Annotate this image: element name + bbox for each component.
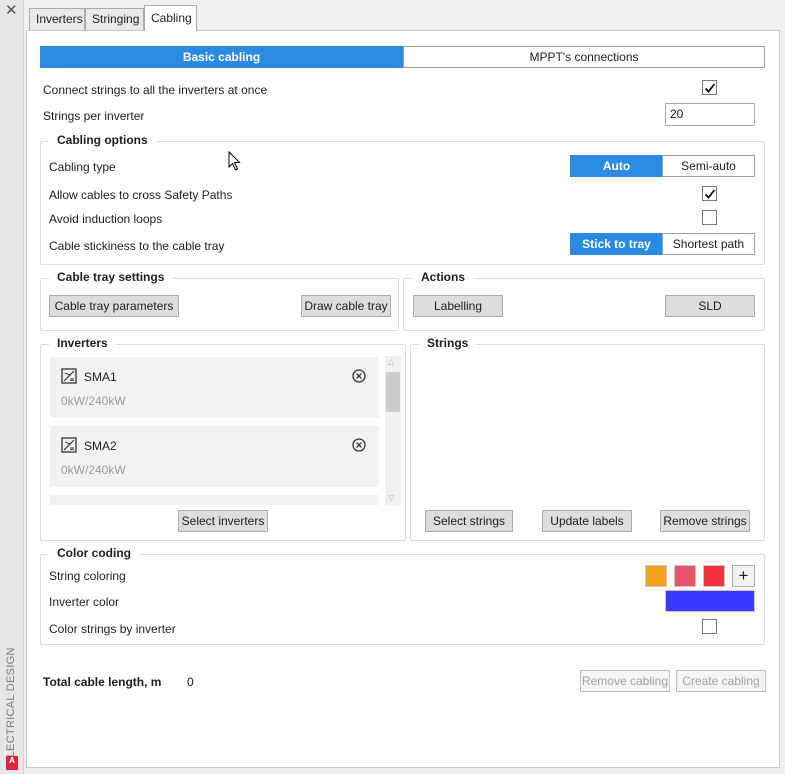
- total-cable-length-label: Total cable length, m: [43, 675, 162, 689]
- safety-paths-checkbox[interactable]: [702, 186, 717, 201]
- color-coding-title: Color coding: [49, 546, 139, 560]
- create-cabling-button[interactable]: Create cabling: [676, 670, 766, 692]
- induction-loops-checkbox[interactable]: [702, 210, 717, 225]
- string-color-swatch[interactable]: [703, 565, 725, 587]
- checkmark-icon: [704, 189, 716, 199]
- tab-stringing[interactable]: Stringing: [85, 8, 144, 30]
- inverters-title: Inverters: [49, 336, 116, 350]
- close-icon[interactable]: ✕: [5, 3, 18, 19]
- remove-strings-button[interactable]: Remove strings: [660, 510, 750, 532]
- remove-cabling-button[interactable]: Remove cabling: [580, 670, 670, 692]
- color-by-inverter-checkbox[interactable]: [702, 619, 717, 634]
- connect-all-label: Connect strings to all the inverters at …: [43, 83, 268, 97]
- cabling-type-semi-auto[interactable]: Semi-auto: [662, 155, 755, 177]
- inverter-card[interactable]: [50, 357, 379, 418]
- inverter-power: 0kW/240kW: [61, 394, 126, 408]
- stick-to-tray-option[interactable]: Stick to tray: [570, 233, 663, 255]
- inverter-card[interactable]: [50, 426, 379, 487]
- total-cable-length-value: 0: [187, 675, 194, 689]
- select-strings-button[interactable]: Select strings: [425, 510, 513, 532]
- strings-per-inverter-input[interactable]: 20: [665, 103, 755, 126]
- strings-title: Strings: [419, 336, 477, 350]
- inverter-icon: [61, 437, 77, 456]
- inverter-icon: [61, 368, 77, 387]
- tab-cabling[interactable]: Cabling: [144, 5, 197, 31]
- inverter-color-label: Inverter color: [49, 595, 120, 609]
- inverter-name: SMA1: [84, 370, 117, 384]
- actions-title: Actions: [413, 270, 474, 284]
- scroll-up-icon[interactable]: △: [388, 357, 394, 366]
- inverter-color-swatch[interactable]: [665, 590, 755, 612]
- remove-inverter-icon[interactable]: [352, 369, 366, 386]
- tab-inverters[interactable]: Inverters: [29, 8, 85, 30]
- inverter-card-partial[interactable]: [50, 495, 379, 505]
- inverter-name: SMA2: [84, 439, 117, 453]
- draw-cable-tray-button[interactable]: Draw cable tray: [301, 295, 391, 317]
- color-by-inverter-label: Color strings by inverter: [49, 622, 176, 636]
- safety-paths-label: Allow cables to cross Safety Paths: [49, 188, 233, 202]
- cable-tray-parameters-button[interactable]: Cable tray parameters: [49, 295, 179, 317]
- sld-button[interactable]: SLD: [665, 295, 755, 317]
- labelling-button[interactable]: Labelling: [413, 295, 503, 317]
- side-panel-label: ELECTRICAL DESIGN: [5, 647, 17, 765]
- update-labels-button[interactable]: Update labels: [542, 510, 632, 532]
- cabling-type-auto[interactable]: Auto: [570, 155, 663, 177]
- induction-loops-label: Avoid induction loops: [49, 212, 163, 226]
- app-logo-icon: A: [6, 756, 18, 770]
- cable-tray-title: Cable tray settings: [49, 270, 173, 284]
- mouse-cursor-icon: [228, 150, 242, 174]
- cabling-type-label: Cabling type: [49, 160, 116, 174]
- string-color-swatch[interactable]: [645, 565, 667, 587]
- add-color-button[interactable]: +: [732, 565, 755, 587]
- scroll-thumb[interactable]: [386, 372, 400, 412]
- strings-per-inverter-label: Strings per inverter: [43, 109, 145, 123]
- cable-stickiness-label: Cable stickiness to the cable tray: [49, 239, 225, 253]
- checkmark-icon: [704, 83, 716, 93]
- inverter-power: 0kW/240kW: [61, 463, 126, 477]
- scroll-down-icon[interactable]: ▽: [388, 493, 394, 502]
- shortest-path-option[interactable]: Shortest path: [662, 233, 755, 255]
- basic-cabling-tab[interactable]: Basic cabling: [40, 46, 403, 68]
- remove-inverter-icon[interactable]: [352, 438, 366, 455]
- select-inverters-button[interactable]: Select inverters: [178, 510, 268, 532]
- connect-all-checkbox[interactable]: [702, 80, 717, 95]
- string-color-swatch[interactable]: [674, 565, 696, 587]
- mppt-connections-tab[interactable]: MPPT's connections: [403, 46, 765, 68]
- cabling-options-title: Cabling options: [49, 133, 156, 147]
- string-coloring-label: String coloring: [49, 569, 126, 583]
